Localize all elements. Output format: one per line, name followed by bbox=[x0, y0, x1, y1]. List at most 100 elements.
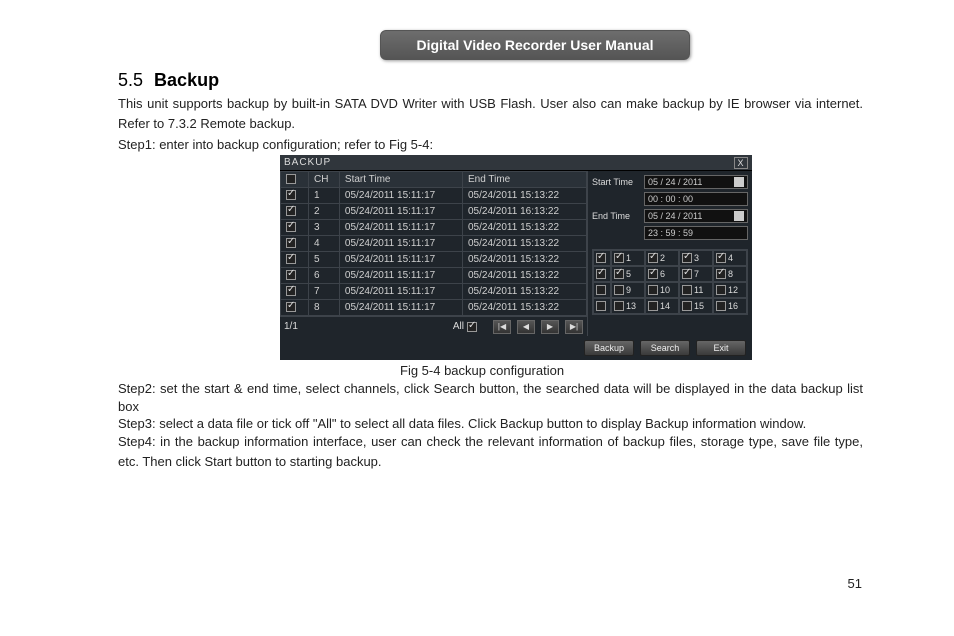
channel-cell[interactable]: 11 bbox=[679, 282, 713, 298]
first-page-button[interactable]: |◀ bbox=[493, 320, 511, 334]
channel-cell[interactable]: 4 bbox=[713, 250, 747, 266]
channel-checkbox[interactable] bbox=[716, 301, 726, 311]
cell-end: 05/24/2011 15:13:22 bbox=[463, 236, 587, 252]
channel-number: 12 bbox=[728, 285, 738, 295]
start-time-value: 00 : 00 : 00 bbox=[648, 194, 693, 204]
end-time-label: End Time bbox=[592, 211, 640, 221]
channel-row-master[interactable] bbox=[593, 266, 611, 282]
cell-start: 05/24/2011 15:11:17 bbox=[339, 204, 462, 220]
col-end: End Time bbox=[463, 172, 587, 188]
calendar-icon[interactable] bbox=[734, 211, 744, 221]
channel-checkbox[interactable] bbox=[682, 253, 692, 263]
channel-row-master[interactable] bbox=[593, 282, 611, 298]
master-checkbox[interactable] bbox=[596, 253, 606, 263]
channel-checkbox[interactable] bbox=[682, 269, 692, 279]
channel-checkbox[interactable] bbox=[648, 253, 658, 263]
prev-page-button[interactable]: ◀ bbox=[517, 320, 535, 334]
exit-button[interactable]: Exit bbox=[696, 340, 746, 356]
channel-cell[interactable]: 13 bbox=[611, 298, 645, 314]
table-row[interactable]: 705/24/2011 15:11:1705/24/2011 15:13:22 bbox=[281, 284, 587, 300]
cell-start: 05/24/2011 15:11:17 bbox=[339, 220, 462, 236]
table-row[interactable]: 105/24/2011 15:11:1705/24/2011 15:13:22 bbox=[281, 188, 587, 204]
cell-end: 05/24/2011 15:13:22 bbox=[463, 268, 587, 284]
channel-cell[interactable]: 5 bbox=[611, 266, 645, 282]
cell-ch: 6 bbox=[309, 268, 340, 284]
cell-end: 05/24/2011 16:13:22 bbox=[463, 204, 587, 220]
channel-number: 14 bbox=[660, 301, 670, 311]
row-checkbox[interactable] bbox=[286, 302, 296, 312]
channel-cell[interactable]: 10 bbox=[645, 282, 679, 298]
table-row[interactable]: 405/24/2011 15:11:1705/24/2011 15:13:22 bbox=[281, 236, 587, 252]
row-checkbox[interactable] bbox=[286, 222, 296, 232]
all-checkbox[interactable] bbox=[467, 322, 477, 332]
start-time-input[interactable]: 00 : 00 : 00 bbox=[644, 192, 748, 206]
end-date-input[interactable]: 05 / 24 / 2011 bbox=[644, 209, 748, 223]
intro-paragraph: This unit supports backup by built-in SA… bbox=[118, 94, 863, 133]
calendar-icon[interactable] bbox=[734, 177, 744, 187]
channel-cell[interactable]: 1 bbox=[611, 250, 645, 266]
table-row[interactable]: 805/24/2011 15:11:1705/24/2011 15:13:22 bbox=[281, 300, 587, 316]
start-date-input[interactable]: 05 / 24 / 2011 bbox=[644, 175, 748, 189]
end-time-input[interactable]: 23 : 59 : 59 bbox=[644, 226, 748, 240]
table-row[interactable]: 505/24/2011 15:11:1705/24/2011 15:13:22 bbox=[281, 252, 587, 268]
channel-checkbox[interactable] bbox=[648, 301, 658, 311]
table-row[interactable]: 205/24/2011 15:11:1705/24/2011 16:13:22 bbox=[281, 204, 587, 220]
row-checkbox[interactable] bbox=[286, 286, 296, 296]
master-checkbox[interactable] bbox=[596, 301, 606, 311]
table-row[interactable]: 305/24/2011 15:11:1705/24/2011 15:13:22 bbox=[281, 220, 587, 236]
channel-cell[interactable]: 16 bbox=[713, 298, 747, 314]
channel-cell[interactable]: 12 bbox=[713, 282, 747, 298]
channel-number: 15 bbox=[694, 301, 704, 311]
cell-start: 05/24/2011 15:11:17 bbox=[339, 252, 462, 268]
channel-number: 8 bbox=[728, 269, 733, 279]
channel-row-master[interactable] bbox=[593, 250, 611, 266]
channel-cell[interactable]: 3 bbox=[679, 250, 713, 266]
channel-cell[interactable]: 2 bbox=[645, 250, 679, 266]
end-time-value: 23 : 59 : 59 bbox=[648, 228, 693, 238]
section-title-text: Backup bbox=[154, 70, 219, 90]
channel-checkbox[interactable] bbox=[648, 285, 658, 295]
backup-window: BACKUP X CH Start Time End Time 105/24/2… bbox=[280, 155, 752, 360]
channel-cell[interactable]: 7 bbox=[679, 266, 713, 282]
search-button[interactable]: Search bbox=[640, 340, 690, 356]
step3-text: Step3: select a data file or tick off "A… bbox=[118, 415, 863, 433]
backup-title-text: BACKUP bbox=[284, 157, 331, 168]
row-checkbox[interactable] bbox=[286, 270, 296, 280]
cell-ch: 4 bbox=[309, 236, 340, 252]
channel-cell[interactable]: 9 bbox=[611, 282, 645, 298]
channel-cell[interactable]: 8 bbox=[713, 266, 747, 282]
channel-checkbox[interactable] bbox=[682, 285, 692, 295]
channel-cell[interactable]: 6 bbox=[645, 266, 679, 282]
row-checkbox[interactable] bbox=[286, 238, 296, 248]
step4-text: Step4: in the backup information interfa… bbox=[118, 432, 863, 471]
table-row[interactable]: 605/24/2011 15:11:1705/24/2011 15:13:22 bbox=[281, 268, 587, 284]
cell-start: 05/24/2011 15:11:17 bbox=[339, 236, 462, 252]
last-page-button[interactable]: ▶| bbox=[565, 320, 583, 334]
row-checkbox[interactable] bbox=[286, 190, 296, 200]
master-checkbox[interactable] bbox=[596, 285, 606, 295]
channel-checkbox[interactable] bbox=[716, 269, 726, 279]
select-all-checkbox[interactable] bbox=[286, 174, 296, 184]
channel-cell[interactable]: 14 bbox=[645, 298, 679, 314]
backup-button[interactable]: Backup bbox=[584, 340, 634, 356]
channel-checkbox[interactable] bbox=[716, 253, 726, 263]
channel-checkbox[interactable] bbox=[614, 253, 624, 263]
channel-checkbox[interactable] bbox=[648, 269, 658, 279]
channel-checkbox[interactable] bbox=[614, 269, 624, 279]
channel-checkbox[interactable] bbox=[716, 285, 726, 295]
channel-row-master[interactable] bbox=[593, 298, 611, 314]
row-checkbox[interactable] bbox=[286, 254, 296, 264]
channel-cell[interactable]: 15 bbox=[679, 298, 713, 314]
cell-ch: 5 bbox=[309, 252, 340, 268]
col-ch: CH bbox=[309, 172, 340, 188]
channel-checkbox[interactable] bbox=[682, 301, 692, 311]
end-date-value: 05 / 24 / 2011 bbox=[648, 211, 702, 221]
figure-caption: Fig 5-4 backup configuration bbox=[400, 363, 564, 378]
channel-checkbox[interactable] bbox=[614, 285, 624, 295]
master-checkbox[interactable] bbox=[596, 269, 606, 279]
close-button[interactable]: X bbox=[734, 157, 748, 169]
row-checkbox[interactable] bbox=[286, 206, 296, 216]
channel-checkbox[interactable] bbox=[614, 301, 624, 311]
channel-number: 11 bbox=[694, 285, 703, 295]
next-page-button[interactable]: ▶ bbox=[541, 320, 559, 334]
